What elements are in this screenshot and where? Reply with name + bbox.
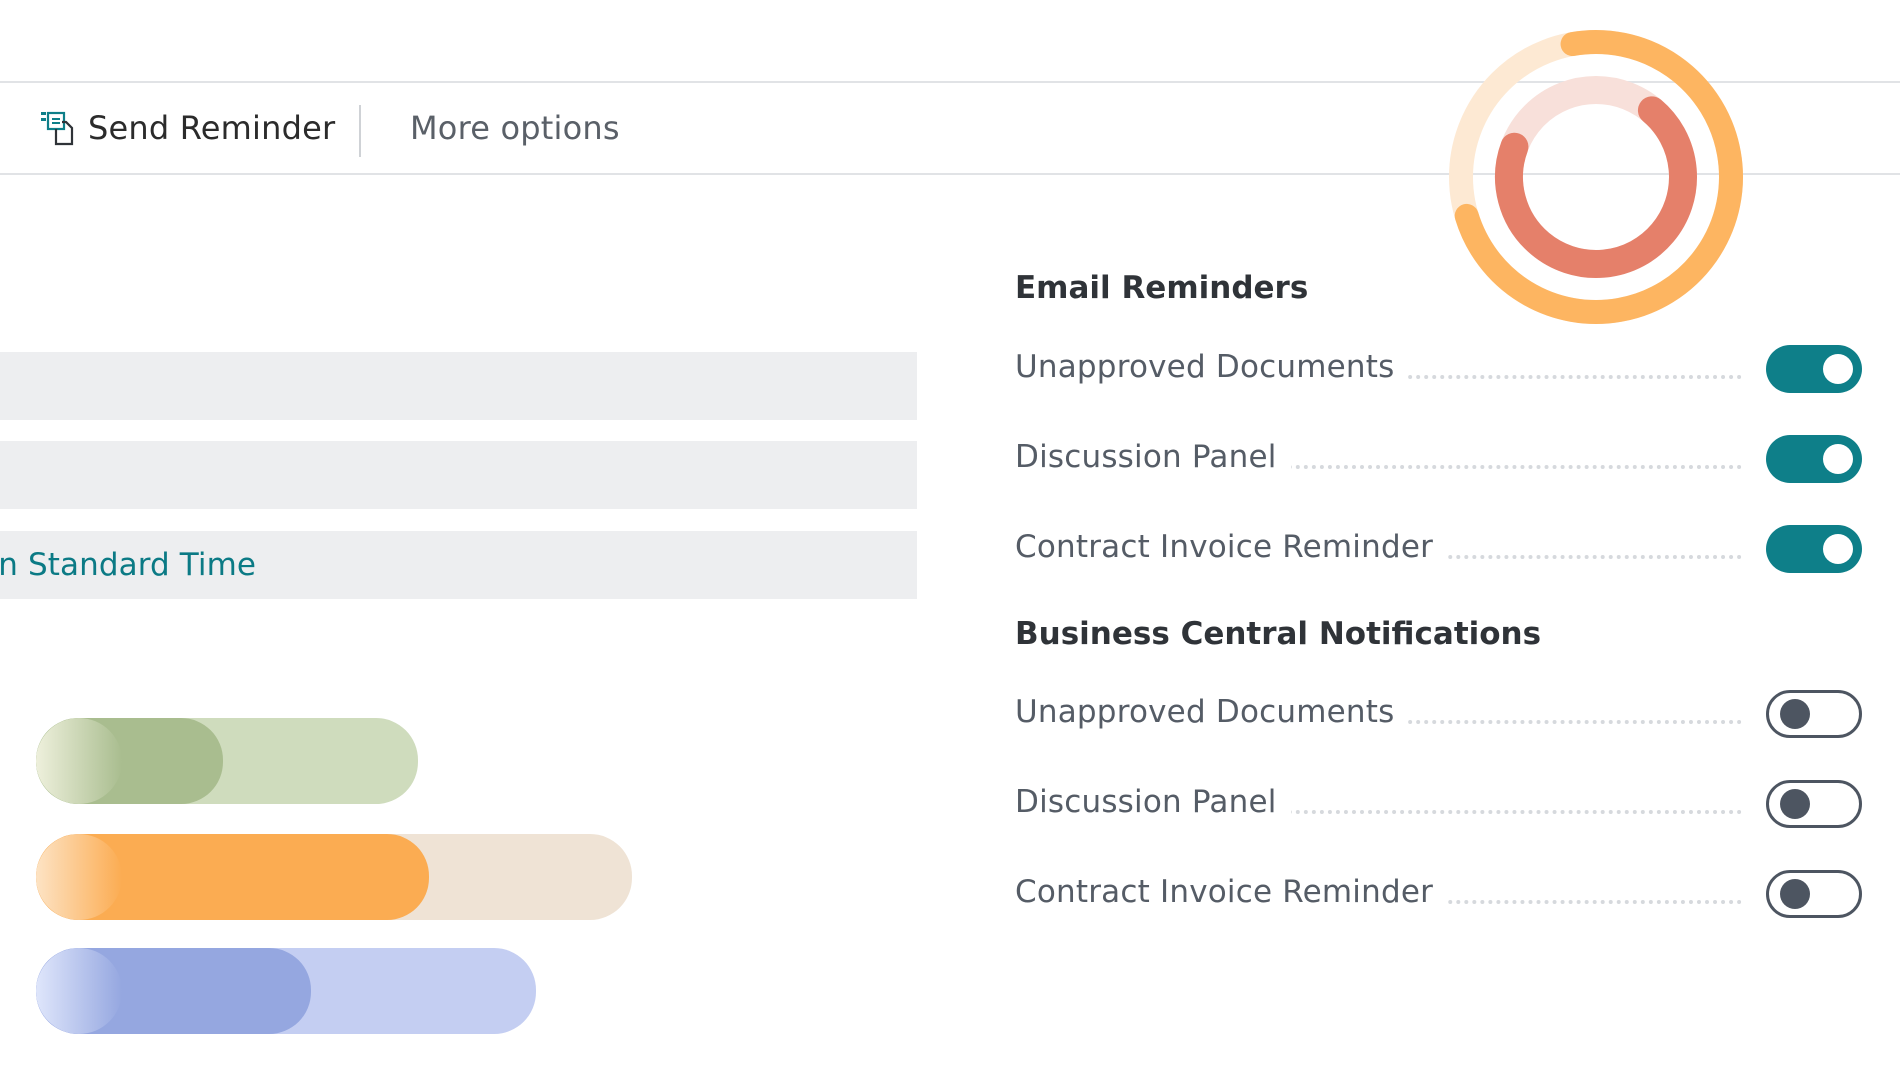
decorative-bar (36, 948, 536, 1034)
decorative-bar-knob (36, 718, 122, 804)
email-contract-invoice-reminder-toggle[interactable] (1766, 525, 1862, 573)
email-reminder-label: Discussion Panel (1015, 439, 1291, 475)
more-options-button[interactable]: More options (410, 105, 620, 151)
send-reminder-button[interactable]: Send Reminder (36, 105, 335, 151)
decorative-bar-knob (36, 948, 122, 1034)
email-reminder-label: Unapproved Documents (1015, 349, 1409, 385)
bc-notification-label: Discussion Panel (1015, 784, 1291, 820)
time-zone-value: rn Standard Time (0, 547, 257, 583)
email-reminders-heading: Email Reminders (1015, 270, 1309, 306)
actionbar-separator (359, 105, 361, 157)
email-reminder-row: Discussion Panel (1015, 435, 1862, 485)
send-reminder-label: Send Reminder (88, 109, 336, 147)
toggle-knob (1823, 444, 1853, 474)
bc-notification-row: Discussion Panel (1015, 780, 1862, 830)
page: Send Reminder More options rn Standard T… (0, 0, 1900, 1068)
toggle-knob (1780, 879, 1810, 909)
donut-outer-arc (1449, 30, 1743, 324)
field-input[interactable] (0, 352, 917, 420)
bc-notification-row: Contract Invoice Reminder (1015, 870, 1862, 920)
decorative-bar (36, 718, 418, 804)
bc-notification-row: Unapproved Documents (1015, 690, 1862, 740)
email-unapproved-documents-toggle[interactable] (1766, 345, 1862, 393)
decorative-bar-knob (36, 834, 122, 920)
email-discussion-panel-toggle[interactable] (1766, 435, 1862, 483)
bc-notification-label: Unapproved Documents (1015, 694, 1409, 730)
toggle-knob (1823, 534, 1853, 564)
send-reminder-icon (36, 106, 80, 150)
field-input[interactable] (0, 441, 917, 509)
bc-unapproved-documents-toggle[interactable] (1766, 690, 1862, 738)
email-reminder-row: Contract Invoice Reminder (1015, 525, 1862, 575)
toggle-knob (1823, 354, 1853, 384)
bc-contract-invoice-reminder-toggle[interactable] (1766, 870, 1862, 918)
bc-notification-label: Contract Invoice Reminder (1015, 874, 1448, 910)
decorative-donut (1449, 30, 1743, 324)
toggle-knob (1780, 789, 1810, 819)
time-zone-field[interactable]: rn Standard Time (0, 531, 917, 599)
bc-discussion-panel-toggle[interactable] (1766, 780, 1862, 828)
email-reminder-row: Unapproved Documents (1015, 345, 1862, 395)
email-reminder-label: Contract Invoice Reminder (1015, 529, 1448, 565)
bc-notifications-heading: Business Central Notifications (1015, 616, 1542, 652)
decorative-bar (36, 834, 632, 920)
toggle-knob (1780, 699, 1810, 729)
